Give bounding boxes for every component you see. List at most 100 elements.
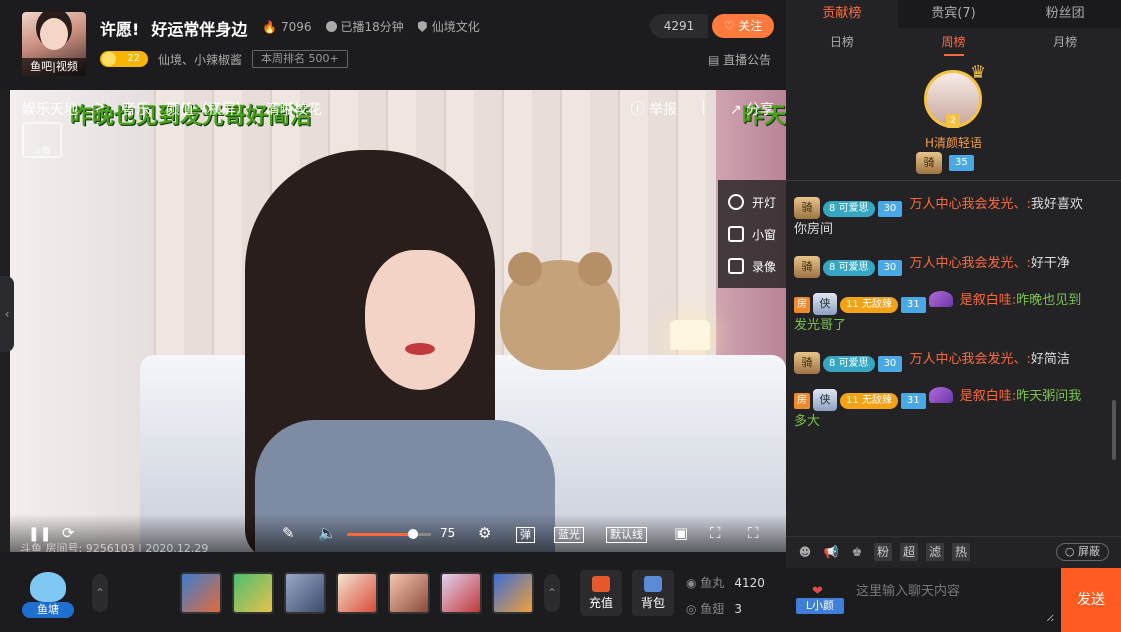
tab-weekly[interactable]: 周榜 bbox=[898, 28, 1010, 56]
gift-item[interactable] bbox=[232, 572, 274, 614]
guild[interactable]: 仙境文化 bbox=[417, 18, 480, 35]
record-button[interactable]: 录像 bbox=[718, 250, 786, 282]
share-button[interactable]: ↗ 分享 bbox=[730, 99, 774, 119]
chat-username[interactable]: 是叙白哇: bbox=[960, 293, 1016, 308]
send-button[interactable]: 发送 bbox=[1061, 568, 1121, 632]
chevron-up-icon[interactable]: ⌃ bbox=[92, 574, 108, 612]
fish-fin-icon: ◎ bbox=[686, 602, 701, 616]
gear-icon[interactable]: ⚙ bbox=[478, 524, 491, 542]
chat-username[interactable]: 是叙白哇: bbox=[960, 389, 1016, 404]
notice-label[interactable]: 直播公告 bbox=[723, 53, 771, 67]
block-label[interactable]: 屏蔽 bbox=[1078, 545, 1100, 558]
picture-in-picture-icon[interactable]: ▣ bbox=[674, 524, 688, 542]
mini-window-label[interactable]: 小窗 bbox=[752, 226, 776, 243]
backpack-button[interactable]: 背包 bbox=[632, 570, 674, 616]
contributor-name[interactable]: H清颜轻语 bbox=[786, 134, 1121, 151]
radio-icon: ○ bbox=[1064, 545, 1078, 558]
chat-text: 好干净 bbox=[1030, 256, 1070, 271]
video-lamp bbox=[670, 320, 710, 350]
warning-icon: ⓘ bbox=[630, 102, 650, 118]
filter-button[interactable]: 滤 bbox=[926, 542, 944, 561]
volume-slider-handle[interactable] bbox=[408, 529, 418, 539]
line-button[interactable]: 默认线 bbox=[606, 527, 647, 543]
gift-item[interactable] bbox=[492, 572, 534, 614]
breadcrumb-item[interactable]: 清晰校花 bbox=[266, 99, 322, 119]
notice-link[interactable]: ▤ 直播公告 bbox=[708, 51, 771, 68]
follow-button[interactable]: ♡ 关注 bbox=[712, 14, 774, 38]
room-meta: 🔥 7096 已播18分钟 仙境文化 bbox=[262, 18, 480, 35]
fish-pond-button[interactable]: 鱼塘 bbox=[20, 572, 78, 620]
breadcrumb-item[interactable]: 颜值（横屏） bbox=[166, 99, 250, 119]
top-contributor[interactable]: ♛ 2 H清颜轻语 骑 35 bbox=[786, 62, 1121, 176]
chat-message: 骑8 可爱思 30 万人中心我会发光、:好干净 bbox=[786, 247, 1108, 284]
crown-outline-icon[interactable]: ♚ bbox=[848, 543, 866, 561]
gift-item[interactable] bbox=[180, 572, 222, 614]
chevron-up-icon[interactable]: ⌃ bbox=[544, 574, 560, 612]
sun-icon bbox=[728, 194, 744, 210]
chat-username[interactable]: 万人中心我会发光、: bbox=[909, 256, 1030, 271]
backpack-label[interactable]: 背包 bbox=[641, 596, 665, 610]
emoji-icon[interactable]: ☻ bbox=[796, 543, 814, 561]
gift-item[interactable] bbox=[388, 572, 430, 614]
breadcrumb-item[interactable]: 娱乐天地 bbox=[22, 99, 78, 119]
streamer-avatar[interactable]: 鱼吧|视频 bbox=[22, 12, 86, 76]
record-label[interactable]: 录像 bbox=[752, 258, 776, 275]
tab-monthly[interactable]: 月榜 bbox=[1009, 28, 1121, 56]
recharge-label[interactable]: 充值 bbox=[589, 596, 613, 610]
fan-filter-button[interactable]: 粉 bbox=[874, 542, 892, 561]
fan-badge-name: 可爱思 bbox=[838, 203, 869, 214]
light-toggle[interactable]: 开灯 bbox=[718, 186, 786, 218]
chat-username[interactable]: 万人中心我会发光、: bbox=[909, 197, 1030, 212]
chat-message: 房侠 11 无敌辣 31 是叙白哇:昨天粥问我多大 bbox=[786, 380, 1108, 439]
douyu-watermark: 斗鱼 bbox=[22, 122, 62, 158]
contributor-rank: 2 bbox=[946, 114, 960, 128]
mini-window-button[interactable]: 小窗 bbox=[718, 218, 786, 250]
room-title-a: 许愿! bbox=[100, 20, 140, 39]
guild-name[interactable]: 仙境文化 bbox=[432, 20, 480, 34]
fan-badge-level: 8 bbox=[829, 203, 836, 214]
danmu-toggle[interactable]: 弹 bbox=[516, 527, 535, 543]
light-label[interactable]: 开灯 bbox=[752, 194, 776, 211]
edit-icon[interactable]: ✎ bbox=[282, 524, 295, 542]
report-button[interactable]: ⓘ 举报 bbox=[631, 99, 677, 119]
video-player[interactable]: 昨晚也见到发光哥好简洁 昨天 娱乐天地 > 音乐 颜值（横屏） 清晰校花 ⓘ 举… bbox=[10, 90, 786, 552]
chat-toolbar: ☻ 📢 ♚ 粉 超 滤 热 ○ 屏蔽 bbox=[786, 536, 1121, 566]
quality-button[interactable]: 蓝光 bbox=[554, 527, 584, 543]
follow-label[interactable]: 关注 bbox=[738, 19, 762, 33]
chat-list[interactable]: 骑8 可爱思 30 万人中心我会发光、:我好喜欢你房间 骑8 可爱思 30 万人中心… bbox=[786, 188, 1108, 534]
gift-item[interactable] bbox=[336, 572, 378, 614]
fish-mascot-icon bbox=[30, 572, 66, 602]
super-danmu-button[interactable]: 超 bbox=[900, 542, 918, 561]
chat-username[interactable]: 万人中心我会发光、: bbox=[909, 352, 1030, 367]
tab-fan-club[interactable]: 粉丝团 bbox=[1009, 0, 1121, 28]
megaphone-icon[interactable]: 📢 bbox=[822, 543, 840, 561]
volume-slider-fill[interactable] bbox=[347, 533, 411, 536]
pond-label[interactable]: 鱼塘 bbox=[22, 602, 74, 618]
recharge-button[interactable]: 充值 bbox=[580, 570, 622, 616]
tab-vip[interactable]: 贵宾(7) bbox=[898, 0, 1010, 28]
tab-contribution[interactable]: 贡献榜 bbox=[786, 0, 898, 28]
avatar-caption[interactable]: 鱼吧|视频 bbox=[22, 58, 86, 76]
chat-input[interactable] bbox=[852, 576, 1054, 622]
fullscreen-icon[interactable]: ⛶ bbox=[748, 524, 759, 542]
chat-scrollbar[interactable] bbox=[1112, 400, 1116, 460]
fan-badge-selector[interactable]: ❤ L小颜 bbox=[796, 582, 844, 614]
volume-icon[interactable]: 🔈 bbox=[318, 524, 337, 542]
breadcrumb-item[interactable]: 音乐 bbox=[122, 99, 150, 119]
collapse-handle[interactable]: ‹ bbox=[0, 276, 14, 352]
room-category[interactable]: 仙境、小辣椒酱 bbox=[158, 51, 242, 68]
fan-badge: 11 无敌辣 bbox=[840, 297, 898, 313]
report-label[interactable]: 举报 bbox=[649, 102, 677, 118]
share-label[interactable]: 分享 bbox=[746, 102, 774, 118]
fan-badge-name: 可爱思 bbox=[838, 262, 869, 273]
gift-item[interactable] bbox=[440, 572, 482, 614]
tab-daily[interactable]: 日榜 bbox=[786, 28, 898, 56]
hot-words-button[interactable]: 热 bbox=[952, 542, 970, 561]
gift-item[interactable] bbox=[284, 572, 326, 614]
fan-badge-label[interactable]: L小颜 bbox=[796, 598, 844, 614]
streamer-level-badge[interactable]: 22 bbox=[100, 51, 148, 67]
web-fullscreen-icon[interactable]: ⛶ bbox=[710, 524, 721, 542]
weekly-rank[interactable]: 本周排名 500+ bbox=[252, 50, 348, 68]
follower-count: 4291 bbox=[650, 14, 708, 38]
block-toggle[interactable]: ○ 屏蔽 bbox=[1055, 543, 1109, 561]
